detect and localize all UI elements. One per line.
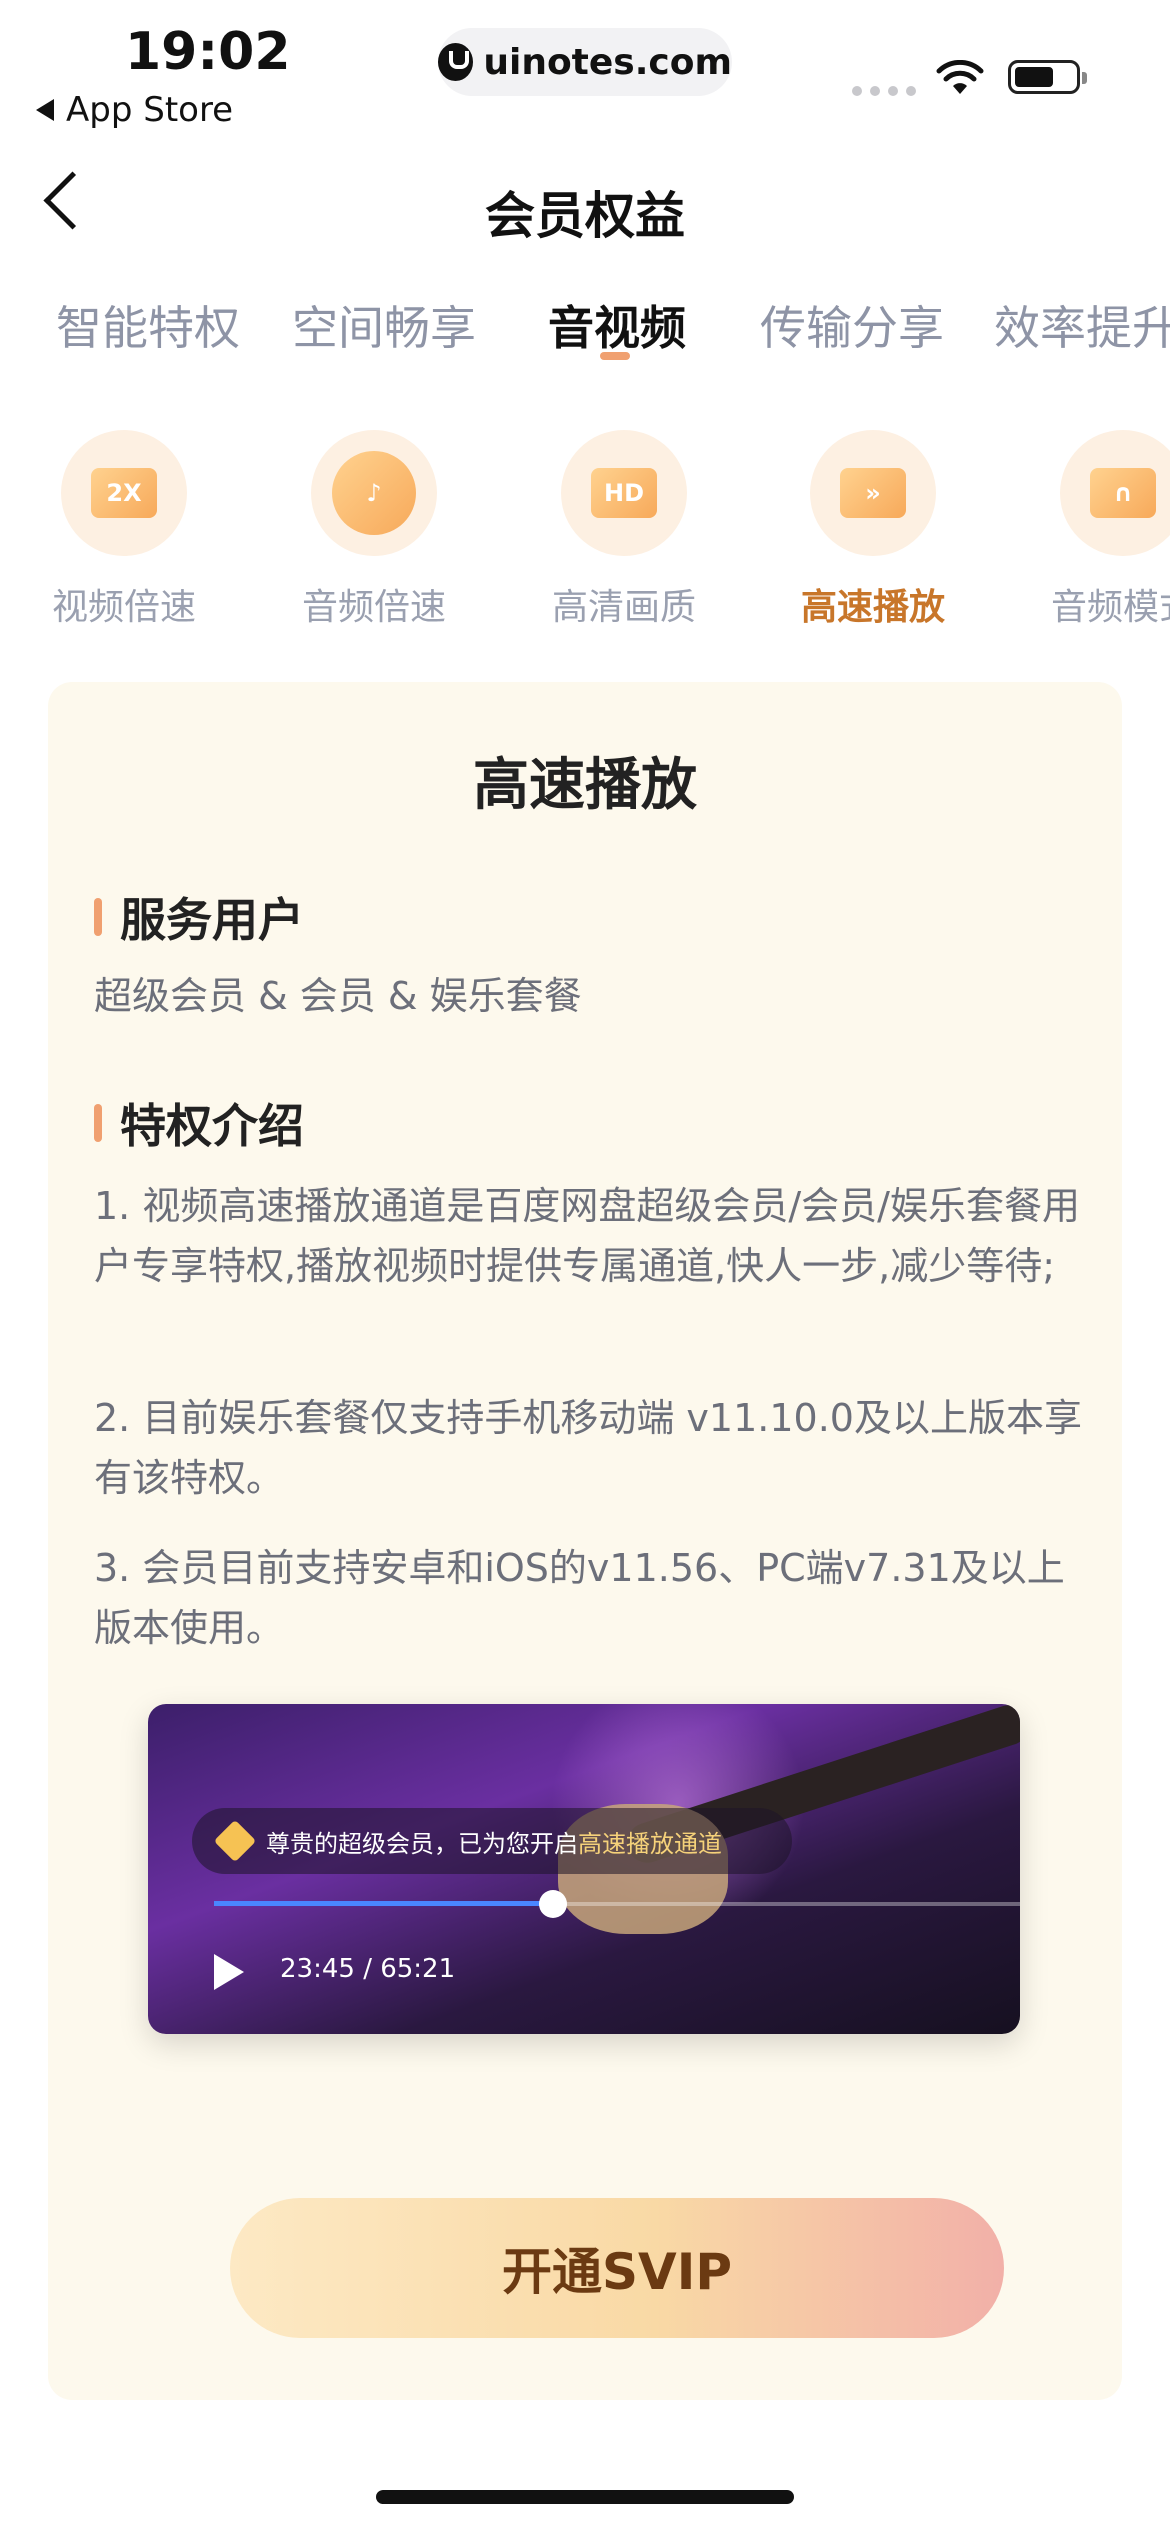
tab-transfer-share[interactable]: 传输分享	[760, 292, 944, 358]
back-app-label: App Store	[66, 90, 234, 130]
progress-played	[214, 1901, 553, 1906]
video-preview: 尊贵的超级会员，已为您开启高速播放通道 23:45 / 65:21	[148, 1704, 1020, 2034]
home-indicator	[376, 2490, 794, 2504]
wifi-icon	[936, 60, 984, 94]
feature-video-speed[interactable]: 2X 视频倍速	[0, 430, 249, 630]
tab-space[interactable]: 空间畅享	[292, 292, 476, 358]
feature-label: 高速播放	[800, 587, 945, 628]
card-title: 高速播放	[473, 753, 697, 818]
section-service-users: 服务用户	[94, 884, 304, 950]
back-triangle-icon	[36, 99, 54, 121]
hd-icon: HD	[591, 468, 657, 518]
section-title: 特权介绍	[120, 1099, 304, 1153]
section-bar	[94, 1104, 102, 1142]
play-icon[interactable]	[214, 1954, 244, 1990]
privilege-point-3: 3. 会员目前支持安卓和iOS的v11.56、PC端v7.31及以上版本使用。	[94, 1546, 1065, 1650]
svip-coin-icon	[213, 1819, 257, 1863]
back-to-app-store[interactable]: App Store	[36, 90, 233, 130]
speed-2x-icon: 2X	[91, 468, 157, 518]
url-bar[interactable]: uinotes.com	[438, 28, 732, 96]
feature-label: 音频倍速	[301, 587, 446, 628]
section-title: 服务用户	[120, 893, 304, 947]
battery-icon	[1008, 60, 1087, 94]
section-bar	[94, 898, 102, 936]
feature-label: 音频模式	[1050, 587, 1170, 628]
active-tab-indicator	[600, 352, 630, 360]
feature-fast-playback[interactable]: » 高速播放	[748, 430, 998, 630]
feature-label: 视频倍速	[51, 587, 196, 628]
url-text: uinotes.com	[483, 41, 732, 83]
feature-label: 高清画质	[551, 587, 696, 628]
tab-smart-privilege[interactable]: 智能特权	[56, 292, 240, 358]
cellular-signal-icon	[852, 86, 916, 96]
page-title: 会员权益	[485, 187, 685, 245]
headphones-icon: ∩	[1090, 468, 1156, 518]
playback-notice: 尊贵的超级会员，已为您开启高速播放通道	[192, 1808, 792, 1874]
tab-efficiency[interactable]: 效率提升	[994, 292, 1170, 358]
status-time: 19:02	[125, 22, 291, 82]
timecode: 23:45 / 65:21	[280, 1954, 456, 1984]
notice-text: 尊贵的超级会员，已为您开启	[266, 1829, 578, 1858]
privilege-point-2: 2. 目前娱乐套餐仅支持手机移动端 v11.10.0及以上版本享有该特权。	[94, 1396, 1082, 1500]
open-svip-button[interactable]: 开通SVIP	[230, 2198, 1004, 2338]
privilege-point-1: 1. 视频高速播放通道是百度网盘超级会员/会员/娱乐套餐用户专享特权,播放视频时…	[94, 1184, 1080, 1288]
site-logo-icon	[438, 43, 474, 81]
section-privilege-intro: 特权介绍	[94, 1090, 304, 1156]
tab-audio-video[interactable]: 音视频	[548, 292, 686, 358]
fast-forward-icon: »	[840, 468, 906, 518]
feature-hd-quality[interactable]: HD 高清画质	[499, 430, 749, 630]
feature-audio-mode[interactable]: ∩ 音频模式	[998, 430, 1170, 630]
notice-highlight: 高速播放通道	[578, 1829, 722, 1858]
progress-thumb[interactable]	[538, 1890, 567, 1918]
service-users-text: 超级会员 & 会员 & 娱乐套餐	[94, 974, 582, 1018]
music-note-icon: ♪	[332, 451, 416, 535]
feature-audio-speed[interactable]: ♪ 音频倍速	[249, 430, 499, 630]
